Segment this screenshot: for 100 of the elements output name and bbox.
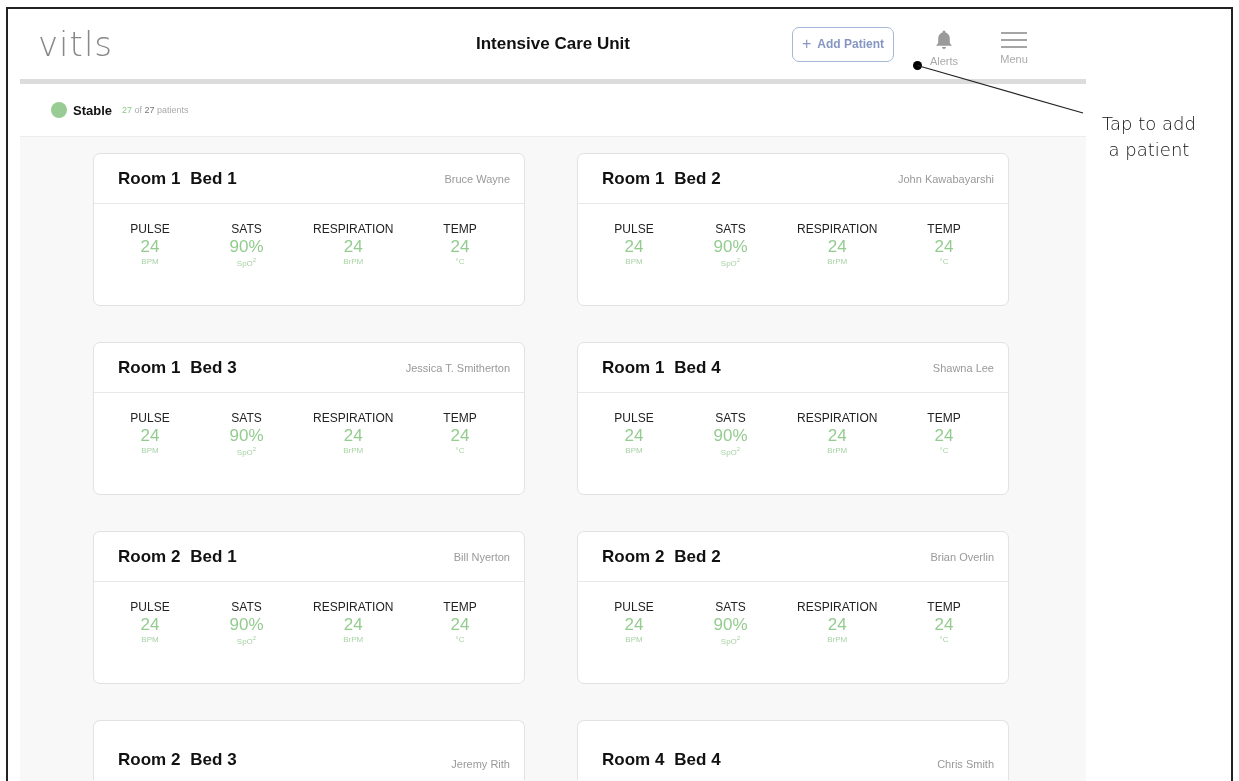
patient-card[interactable]: Room 1 Bed 4 Shawna Lee PULSE 24 BPM SATS 90% SpO$^{2}$ RESPIRATION 24 BrPM TEMP 24 °C <box>577 342 1009 495</box>
patient-name: Bruce Wayne <box>444 172 510 185</box>
vital-label: RESPIRATION <box>797 600 878 614</box>
patient-card[interactable]: Room 1 Bed 3 Jessica T. Smitherton PULSE 24 BPM SATS 90% SpO$^{2}$ RESPIRATION 24 BrPM TEMP 24 °C <box>93 342 525 495</box>
vital-value: 24 <box>624 615 644 635</box>
room-label: Room 1 <box>602 357 665 378</box>
bell-icon <box>934 29 954 51</box>
vital-label: TEMP <box>443 222 477 236</box>
vital-label: RESPIRATION <box>797 222 878 236</box>
vital-label: RESPIRATION <box>313 222 394 236</box>
bed-label: Bed 1 <box>190 168 237 189</box>
alerts-label: Alerts <box>929 55 959 67</box>
vital-unit: BPM <box>625 635 643 644</box>
menu-icon <box>1000 31 1028 49</box>
room-label: Room 1 <box>118 357 181 378</box>
vital-value: 90% <box>229 615 264 635</box>
vital-value: 24 <box>827 615 847 635</box>
patient-name: Shawna Lee <box>932 361 994 374</box>
vital-unit: BrPM <box>343 446 364 455</box>
vital-value: 24 <box>140 237 160 257</box>
vital-label: PULSE <box>130 600 170 614</box>
patient-name: Jessica T. Smitherton <box>405 361 510 374</box>
vital-label: PULSE <box>614 600 654 614</box>
vital-unit: BPM <box>625 446 643 455</box>
vital-value: 90% <box>713 237 748 257</box>
patient-name: Brian Overlin <box>930 550 994 563</box>
vital-unit: °C <box>939 446 949 455</box>
vital-value: 24 <box>624 426 644 446</box>
vital-value: 90% <box>229 426 264 446</box>
patient-name: Chris Smith <box>937 758 994 770</box>
vital-unit: °C <box>939 635 949 644</box>
vital-value: 24 <box>450 615 470 635</box>
patient-card[interactable]: Room 2 Bed 2 Brian Overlin PULSE 24 BPM SATS 90% SpO$^{2}$ RESPIRATION 24 BrPM TEMP 24 °C <box>577 531 1009 684</box>
vital-value: 24 <box>343 426 363 446</box>
app-logo: vitls <box>38 24 114 64</box>
vital-label: TEMP <box>443 411 477 425</box>
vital-unit: °C <box>455 257 465 266</box>
room-label: Room 1 <box>602 168 665 189</box>
vital-value: 24 <box>343 237 363 257</box>
patient-count: 27 of 27 patients <box>122 105 189 115</box>
vital-label: PULSE <box>614 222 654 236</box>
vital-value: 24 <box>827 426 847 446</box>
bed-label: Bed 4 <box>674 357 721 378</box>
vital-value: 24 <box>934 615 954 635</box>
patient-card[interactable]: Room 1 Bed 1 Bruce Wayne PULSE 24 BPM SATS 90% SpO$^{2}$ RESPIRATION 24 BrPM TEMP 24 °C <box>93 153 525 306</box>
bed-label: Bed 3 <box>190 750 237 770</box>
vital-label: TEMP <box>443 600 477 614</box>
vital-label: TEMP <box>927 411 961 425</box>
room-label: Room 2 <box>118 750 181 770</box>
vital-value: 90% <box>713 426 748 446</box>
vital-unit: BPM <box>625 257 643 266</box>
vital-unit: BrPM <box>827 257 848 266</box>
vital-label: TEMP <box>927 600 961 614</box>
vital-label: PULSE <box>130 222 170 236</box>
room-label: Room 2 <box>118 546 181 567</box>
patient-name: John Kawabayarshi <box>898 172 994 185</box>
patient-name: Jeremy Rith <box>451 758 510 770</box>
vital-value: 24 <box>140 615 160 635</box>
status-dot <box>51 102 67 118</box>
vital-unit: SpO$^{2}$ <box>236 635 257 646</box>
vital-label: SATS <box>231 222 262 236</box>
vital-value: 24 <box>343 615 363 635</box>
status-label: Stable <box>73 102 112 118</box>
patient-card[interactable]: Room 2 Bed 3 Jeremy Rith <box>93 720 525 780</box>
bed-label: Bed 1 <box>190 546 237 567</box>
vital-unit: SpO$^{2}$ <box>236 446 257 457</box>
bed-label: Bed 2 <box>674 546 721 567</box>
vital-unit: °C <box>939 257 949 266</box>
vital-value: 24 <box>450 426 470 446</box>
patient-name: Bill Nyerton <box>453 550 510 563</box>
vital-unit: °C <box>455 446 465 455</box>
room-label: Room 2 <box>602 546 665 567</box>
vital-label: SATS <box>715 222 746 236</box>
vital-label: SATS <box>715 600 746 614</box>
vital-value: 24 <box>934 426 954 446</box>
vital-label: RESPIRATION <box>797 411 878 425</box>
menu-label: Menu <box>1000 53 1028 65</box>
vital-label: RESPIRATION <box>313 600 394 614</box>
vital-label: SATS <box>231 411 262 425</box>
vital-value: 24 <box>140 426 160 446</box>
room-label: Room 4 <box>602 750 665 770</box>
patient-card[interactable]: Room 1 Bed 2 John Kawabayarshi PULSE 24 BPM SATS 90% SpO$^{2}$ RESPIRATION 24 BrPM TEMP 24 °C <box>577 153 1009 306</box>
vital-label: SATS <box>715 411 746 425</box>
vital-unit: BrPM <box>827 635 848 644</box>
vital-unit: BrPM <box>343 635 364 644</box>
vital-label: TEMP <box>927 222 961 236</box>
page-title: Intensive Care Unit <box>476 34 630 54</box>
vital-label: PULSE <box>130 411 170 425</box>
vital-label: SATS <box>231 600 262 614</box>
vital-label: RESPIRATION <box>313 411 394 425</box>
vital-value: 24 <box>450 237 470 257</box>
vital-unit: SpO$^{2}$ <box>720 446 741 457</box>
vital-unit: °C <box>455 635 465 644</box>
patient-card[interactable]: Room 4 Bed 4 Chris Smith <box>577 720 1009 780</box>
plus-icon: + <box>802 36 812 52</box>
patient-card[interactable]: Room 2 Bed 1 Bill Nyerton PULSE 24 BPM SATS 90% SpO$^{2}$ RESPIRATION 24 BrPM TEMP 24 °C <box>93 531 525 684</box>
vital-value: 90% <box>713 615 748 635</box>
vital-unit: BPM <box>141 257 159 266</box>
vital-unit: SpO$^{2}$ <box>720 635 741 646</box>
vital-unit: BrPM <box>827 446 848 455</box>
